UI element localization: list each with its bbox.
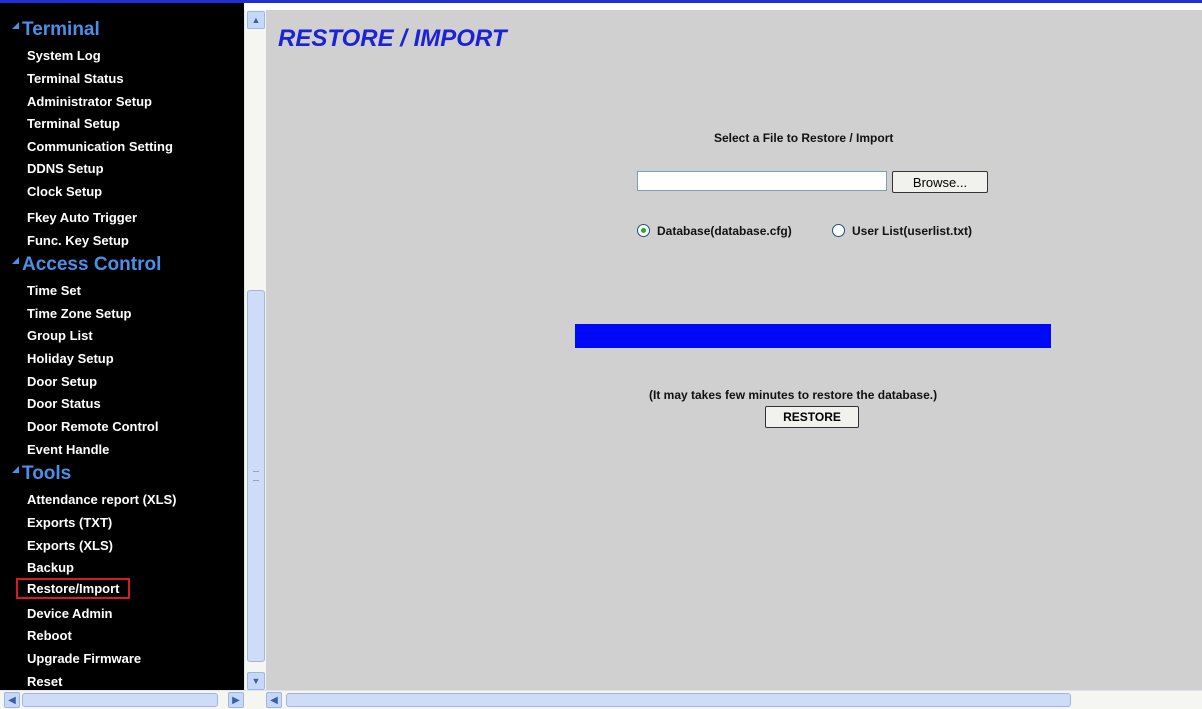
scrollbar-thumb[interactable]	[22, 693, 218, 707]
scroll-down-arrow-icon[interactable]: ▼	[247, 672, 265, 690]
sidebar-item-event-handle[interactable]: Event Handle	[27, 442, 109, 457]
sidebar-item-reset[interactable]: Reset	[27, 674, 62, 689]
sidebar-item-time-zone-setup[interactable]: Time Zone Setup	[27, 306, 132, 321]
main-horizontal-scrollbar[interactable]: ◀	[266, 690, 1202, 709]
sidebar-item-terminal-status[interactable]: Terminal Status	[27, 71, 124, 86]
sidebar-item-group-list[interactable]: Group List	[27, 328, 93, 343]
sidebar-item-ddns-setup[interactable]: DDNS Setup	[27, 161, 104, 176]
section-access-control[interactable]: Access Control	[12, 254, 161, 276]
scrollbar-thumb[interactable]	[247, 290, 265, 662]
userlist-radio[interactable]	[832, 224, 845, 237]
collapse-triangle-icon	[12, 21, 19, 29]
restore-button[interactable]: RESTORE	[765, 406, 859, 428]
sidebar-item-exports-xls[interactable]: Exports (XLS)	[27, 538, 113, 553]
section-tools[interactable]: Tools	[12, 463, 71, 485]
sidebar-item-time-set[interactable]: Time Set	[27, 283, 81, 298]
section-label: Terminal	[22, 19, 100, 40]
file-path-field[interactable]	[637, 171, 887, 191]
scroll-right-arrow-icon[interactable]: ▶	[228, 692, 244, 708]
browser-frame: Terminal System Log Terminal Status Admi…	[0, 0, 1202, 709]
sidebar-item-device-admin[interactable]: Device Admin	[27, 606, 113, 621]
restore-note: (It may takes few minutes to restore the…	[649, 388, 938, 402]
sidebar-item-restore-import[interactable]: Restore/Import	[16, 578, 131, 599]
section-label: Access Control	[22, 254, 162, 275]
section-terminal[interactable]: Terminal	[12, 19, 100, 41]
sidebar-item-fkey-auto-trigger[interactable]: Fkey Auto Trigger	[27, 210, 137, 225]
sidebar-vertical-scrollbar[interactable]: ▲ ▼	[244, 10, 266, 690]
section-label: Tools	[22, 463, 72, 484]
scroll-up-arrow-icon[interactable]: ▲	[247, 11, 265, 29]
sidebar-item-holiday-setup[interactable]: Holiday Setup	[27, 351, 114, 366]
scroll-left-arrow-icon[interactable]: ◀	[266, 692, 282, 708]
progress-fill	[575, 324, 1051, 348]
browse-button[interactable]: Browse...	[892, 171, 988, 193]
sidebar-item-communication-setting[interactable]: Communication Setting	[27, 139, 173, 154]
sidebar-item-terminal-setup[interactable]: Terminal Setup	[27, 116, 120, 131]
sidebar-item-attendance-report[interactable]: Attendance report (XLS)	[27, 492, 177, 507]
sidebar: Terminal System Log Terminal Status Admi…	[0, 3, 244, 690]
sidebar-item-exports-txt[interactable]: Exports (TXT)	[27, 515, 112, 530]
userlist-radio-label: User List(userlist.txt)	[852, 224, 973, 238]
scroll-left-arrow-icon[interactable]: ◀	[4, 692, 20, 708]
collapse-triangle-icon	[12, 256, 19, 264]
sidebar-item-reboot[interactable]: Reboot	[27, 628, 72, 643]
database-radio-label: Database(database.cfg)	[657, 224, 792, 238]
sidebar-item-upgrade-firmware[interactable]: Upgrade Firmware	[27, 651, 141, 666]
sidebar-item-door-setup[interactable]: Door Setup	[27, 374, 97, 389]
sidebar-item-system-log[interactable]: System Log	[27, 48, 101, 63]
sidebar-item-func-key-setup[interactable]: Func. Key Setup	[27, 233, 129, 248]
sidebar-item-door-remote-control[interactable]: Door Remote Control	[27, 419, 158, 434]
collapse-triangle-icon	[12, 465, 19, 473]
sidebar-item-backup[interactable]: Backup	[27, 560, 74, 575]
sidebar-item-administrator-setup[interactable]: Administrator Setup	[27, 94, 152, 109]
database-radio[interactable]	[637, 224, 650, 237]
grip-icon	[253, 471, 259, 481]
sidebar-item-clock-setup[interactable]: Clock Setup	[27, 184, 102, 199]
select-file-label: Select a File to Restore / Import	[714, 131, 894, 145]
scrollbar-thumb[interactable]	[286, 693, 1071, 707]
sidebar-item-door-status[interactable]: Door Status	[27, 396, 101, 411]
progress-bar	[575, 324, 1051, 348]
page-title: RESTORE / IMPORT	[278, 25, 507, 52]
main-content: RESTORE / IMPORT Select a File to Restor…	[266, 10, 1202, 690]
sidebar-horizontal-scrollbar[interactable]: ◀ ▶	[0, 690, 266, 709]
